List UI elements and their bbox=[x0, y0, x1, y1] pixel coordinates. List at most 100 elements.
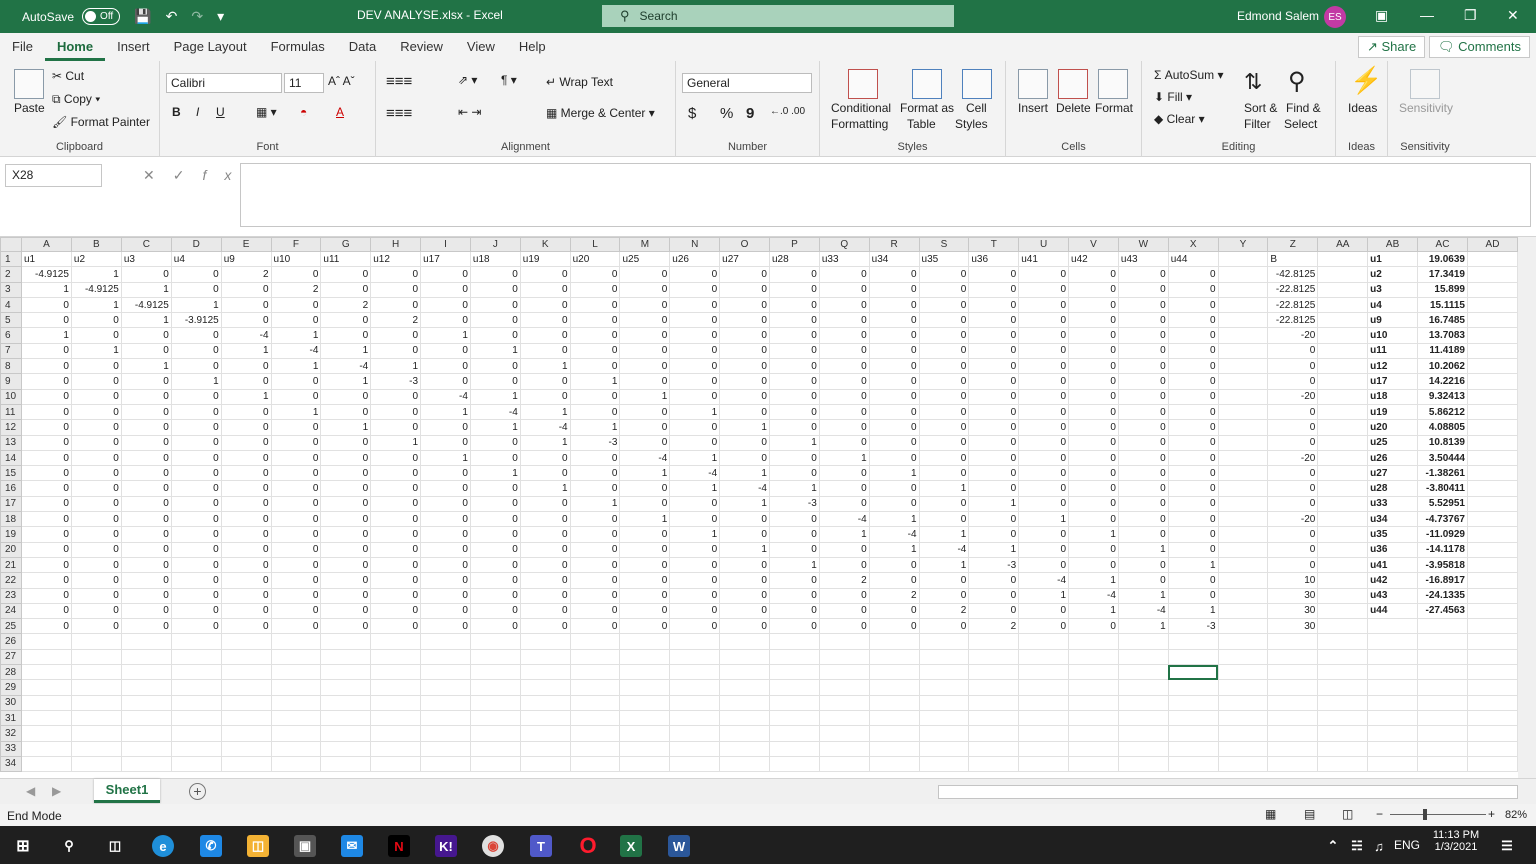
cell[interactable] bbox=[818, 664, 870, 681]
sort-filter-icon[interactable]: ⇅ bbox=[1244, 69, 1262, 95]
cell[interactable] bbox=[420, 725, 471, 742]
cell[interactable] bbox=[719, 664, 770, 681]
cell[interactable]: 0 bbox=[619, 541, 671, 558]
cell[interactable]: 0 bbox=[20, 541, 72, 558]
cell[interactable] bbox=[868, 664, 920, 681]
cell[interactable] bbox=[1217, 648, 1269, 666]
font-grow-icon[interactable]: Aˆ Aˇ bbox=[328, 74, 355, 88]
cell[interactable]: 0 bbox=[868, 572, 920, 589]
cell[interactable] bbox=[1068, 679, 1119, 696]
cell[interactable]: 1 bbox=[469, 388, 521, 405]
cell[interactable]: 0 bbox=[569, 541, 621, 558]
cell[interactable]: 0 bbox=[968, 434, 1020, 451]
ribbon-display-icon[interactable]: ▣ bbox=[1375, 7, 1388, 24]
cell[interactable] bbox=[918, 709, 970, 727]
insert-cells-button[interactable]: Insert bbox=[1018, 101, 1048, 115]
cell[interactable]: 0 bbox=[220, 312, 272, 329]
cell[interactable]: 0 bbox=[420, 281, 471, 298]
cell[interactable] bbox=[519, 694, 571, 711]
cell[interactable]: 0 bbox=[1068, 388, 1119, 405]
cell[interactable] bbox=[1217, 250, 1269, 268]
cell[interactable]: 0 bbox=[170, 403, 222, 421]
cell[interactable]: 0 bbox=[170, 511, 222, 528]
cell[interactable]: 0 bbox=[768, 327, 820, 344]
cell[interactable] bbox=[70, 755, 122, 773]
cell[interactable]: 0 bbox=[70, 511, 122, 528]
cell[interactable]: 0 bbox=[70, 587, 122, 604]
cell[interactable]: 0 bbox=[1068, 480, 1119, 497]
cell[interactable]: 0 bbox=[1068, 618, 1119, 635]
cell[interactable]: 0 bbox=[619, 526, 671, 543]
cell[interactable]: 0 bbox=[918, 327, 970, 344]
cell[interactable]: 0 bbox=[170, 618, 222, 635]
cell[interactable] bbox=[170, 755, 222, 773]
cell[interactable]: 0 bbox=[220, 602, 272, 620]
cell[interactable]: 0 bbox=[768, 388, 820, 405]
cell[interactable]: 0 bbox=[868, 556, 920, 574]
zoom-slider-thumb[interactable] bbox=[1423, 809, 1427, 820]
autosum-button[interactable]: Σ AutoSum ▾ bbox=[1154, 68, 1223, 82]
cell[interactable] bbox=[1117, 755, 1169, 773]
cell[interactable] bbox=[1317, 250, 1369, 268]
cell[interactable]: -4 bbox=[868, 526, 920, 543]
cell[interactable]: 0 bbox=[20, 373, 72, 390]
cell[interactable]: 0 bbox=[918, 342, 970, 360]
cell[interactable] bbox=[320, 648, 372, 666]
cell[interactable]: u33 bbox=[818, 250, 870, 268]
cell[interactable]: 0 bbox=[968, 465, 1020, 482]
cell[interactable]: 0 bbox=[818, 403, 870, 421]
cell[interactable]: 0 bbox=[669, 602, 721, 620]
column-header-n[interactable]: N bbox=[669, 237, 721, 252]
cell[interactable]: u20 bbox=[1367, 419, 1419, 436]
cell[interactable]: u41 bbox=[1018, 250, 1070, 268]
cell[interactable] bbox=[768, 740, 820, 757]
cell[interactable] bbox=[1117, 679, 1169, 696]
row-header[interactable]: 24 bbox=[0, 602, 22, 620]
cell[interactable] bbox=[1317, 587, 1369, 604]
sensitivity-button[interactable]: Sensitivity bbox=[1399, 101, 1453, 115]
cell[interactable]: 0 bbox=[320, 556, 372, 574]
column-header-z[interactable]: Z bbox=[1267, 237, 1319, 252]
cell[interactable] bbox=[1466, 373, 1518, 390]
cell[interactable] bbox=[868, 709, 920, 727]
cell[interactable]: 0 bbox=[968, 572, 1020, 589]
cell[interactable]: 10.2062 bbox=[1417, 358, 1468, 375]
cell[interactable]: 0 bbox=[1167, 572, 1219, 589]
cell[interactable]: u28 bbox=[768, 250, 820, 268]
cell[interactable]: 1 bbox=[719, 541, 770, 558]
customize-qat-icon[interactable]: ▾ bbox=[217, 8, 224, 25]
cell[interactable]: 0 bbox=[818, 312, 870, 329]
cell[interactable]: 1 bbox=[220, 388, 272, 405]
column-header-y[interactable]: Y bbox=[1217, 237, 1269, 252]
add-sheet-icon[interactable]: + bbox=[189, 783, 206, 800]
cell[interactable] bbox=[918, 755, 970, 773]
cell[interactable] bbox=[1167, 709, 1219, 727]
cell[interactable]: 0 bbox=[370, 327, 422, 344]
cell[interactable]: 0 bbox=[469, 358, 521, 375]
cell[interactable]: -20 bbox=[1267, 388, 1319, 405]
cell[interactable]: -22.8125 bbox=[1267, 312, 1319, 329]
cell[interactable] bbox=[968, 709, 1020, 727]
cell[interactable]: 0 bbox=[120, 526, 172, 543]
cell[interactable]: 0 bbox=[1167, 266, 1219, 283]
cell[interactable] bbox=[569, 664, 621, 681]
cell[interactable] bbox=[1367, 709, 1419, 727]
cell[interactable]: 0 bbox=[918, 358, 970, 375]
redo-icon[interactable]: ↷ bbox=[191, 8, 203, 25]
format-cells-icon[interactable] bbox=[1098, 69, 1128, 99]
cell[interactable]: 16.7485 bbox=[1417, 312, 1468, 329]
cell[interactable]: 0 bbox=[968, 602, 1020, 620]
cell[interactable]: 1 bbox=[1018, 511, 1070, 528]
cell[interactable] bbox=[469, 725, 521, 742]
number-format-select[interactable]: General bbox=[682, 73, 812, 93]
cell[interactable]: 0 bbox=[1068, 342, 1119, 360]
cell[interactable]: 0 bbox=[1267, 495, 1319, 513]
cell[interactable] bbox=[1217, 587, 1269, 604]
cell[interactable]: 13.7083 bbox=[1417, 327, 1468, 344]
cell[interactable]: 0 bbox=[370, 266, 422, 283]
column-header-b[interactable]: B bbox=[70, 237, 122, 252]
cell[interactable] bbox=[569, 633, 621, 650]
cell[interactable] bbox=[868, 679, 920, 696]
cell[interactable] bbox=[370, 664, 422, 681]
horizontal-scrollbar[interactable] bbox=[938, 785, 1518, 799]
